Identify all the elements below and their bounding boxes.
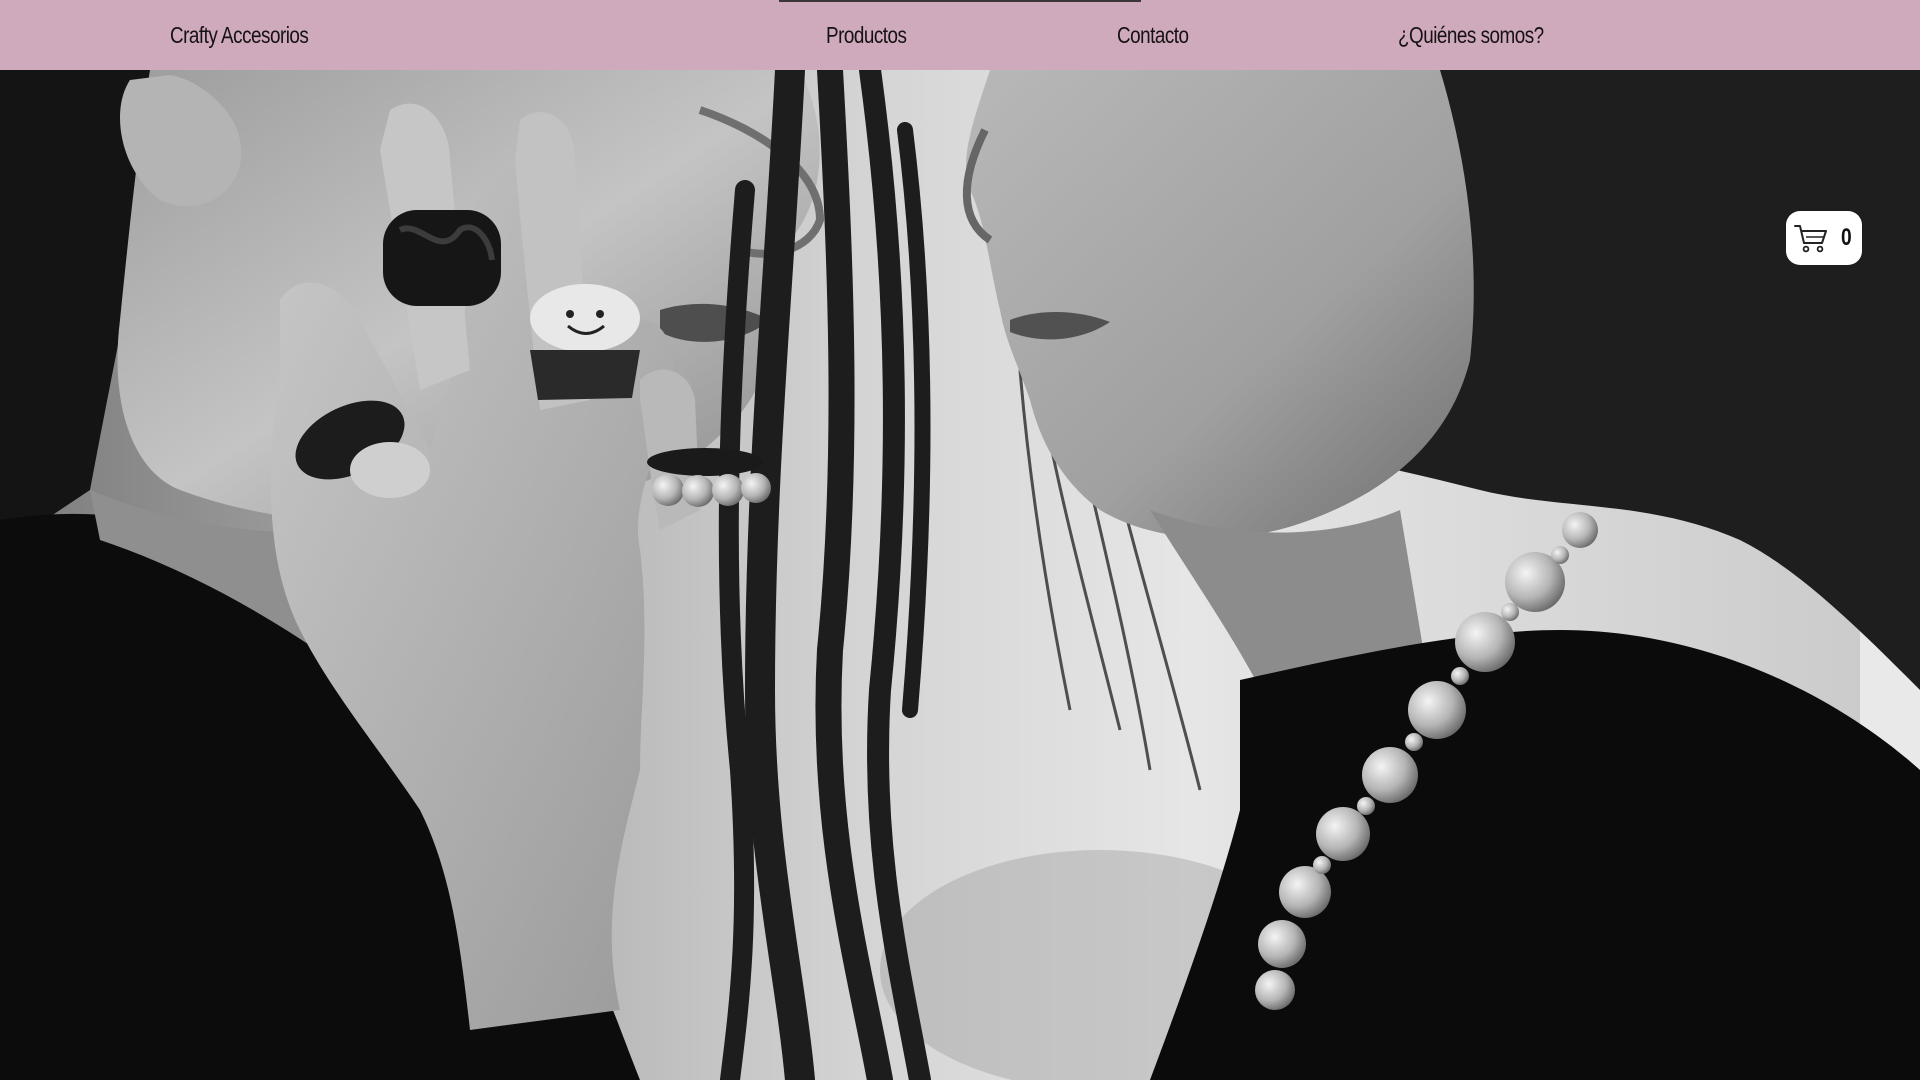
brand-link[interactable]: Crafty Accesorios — [170, 0, 309, 70]
cart-count: 0 — [1841, 224, 1852, 251]
hero-image — [0, 70, 1920, 1080]
hero-photo — [0, 70, 1920, 1080]
cart-button[interactable]: 0 — [1786, 211, 1862, 265]
nav-contacto[interactable]: Contacto — [1117, 0, 1189, 70]
site-header: Crafty Accesorios Productos Contacto ¿Qu… — [0, 0, 1920, 70]
shopping-cart-icon — [1794, 225, 1827, 253]
nav-productos[interactable]: Productos — [826, 0, 907, 70]
nav-quienes-somos[interactable]: ¿Quiénes somos? — [1398, 0, 1544, 70]
